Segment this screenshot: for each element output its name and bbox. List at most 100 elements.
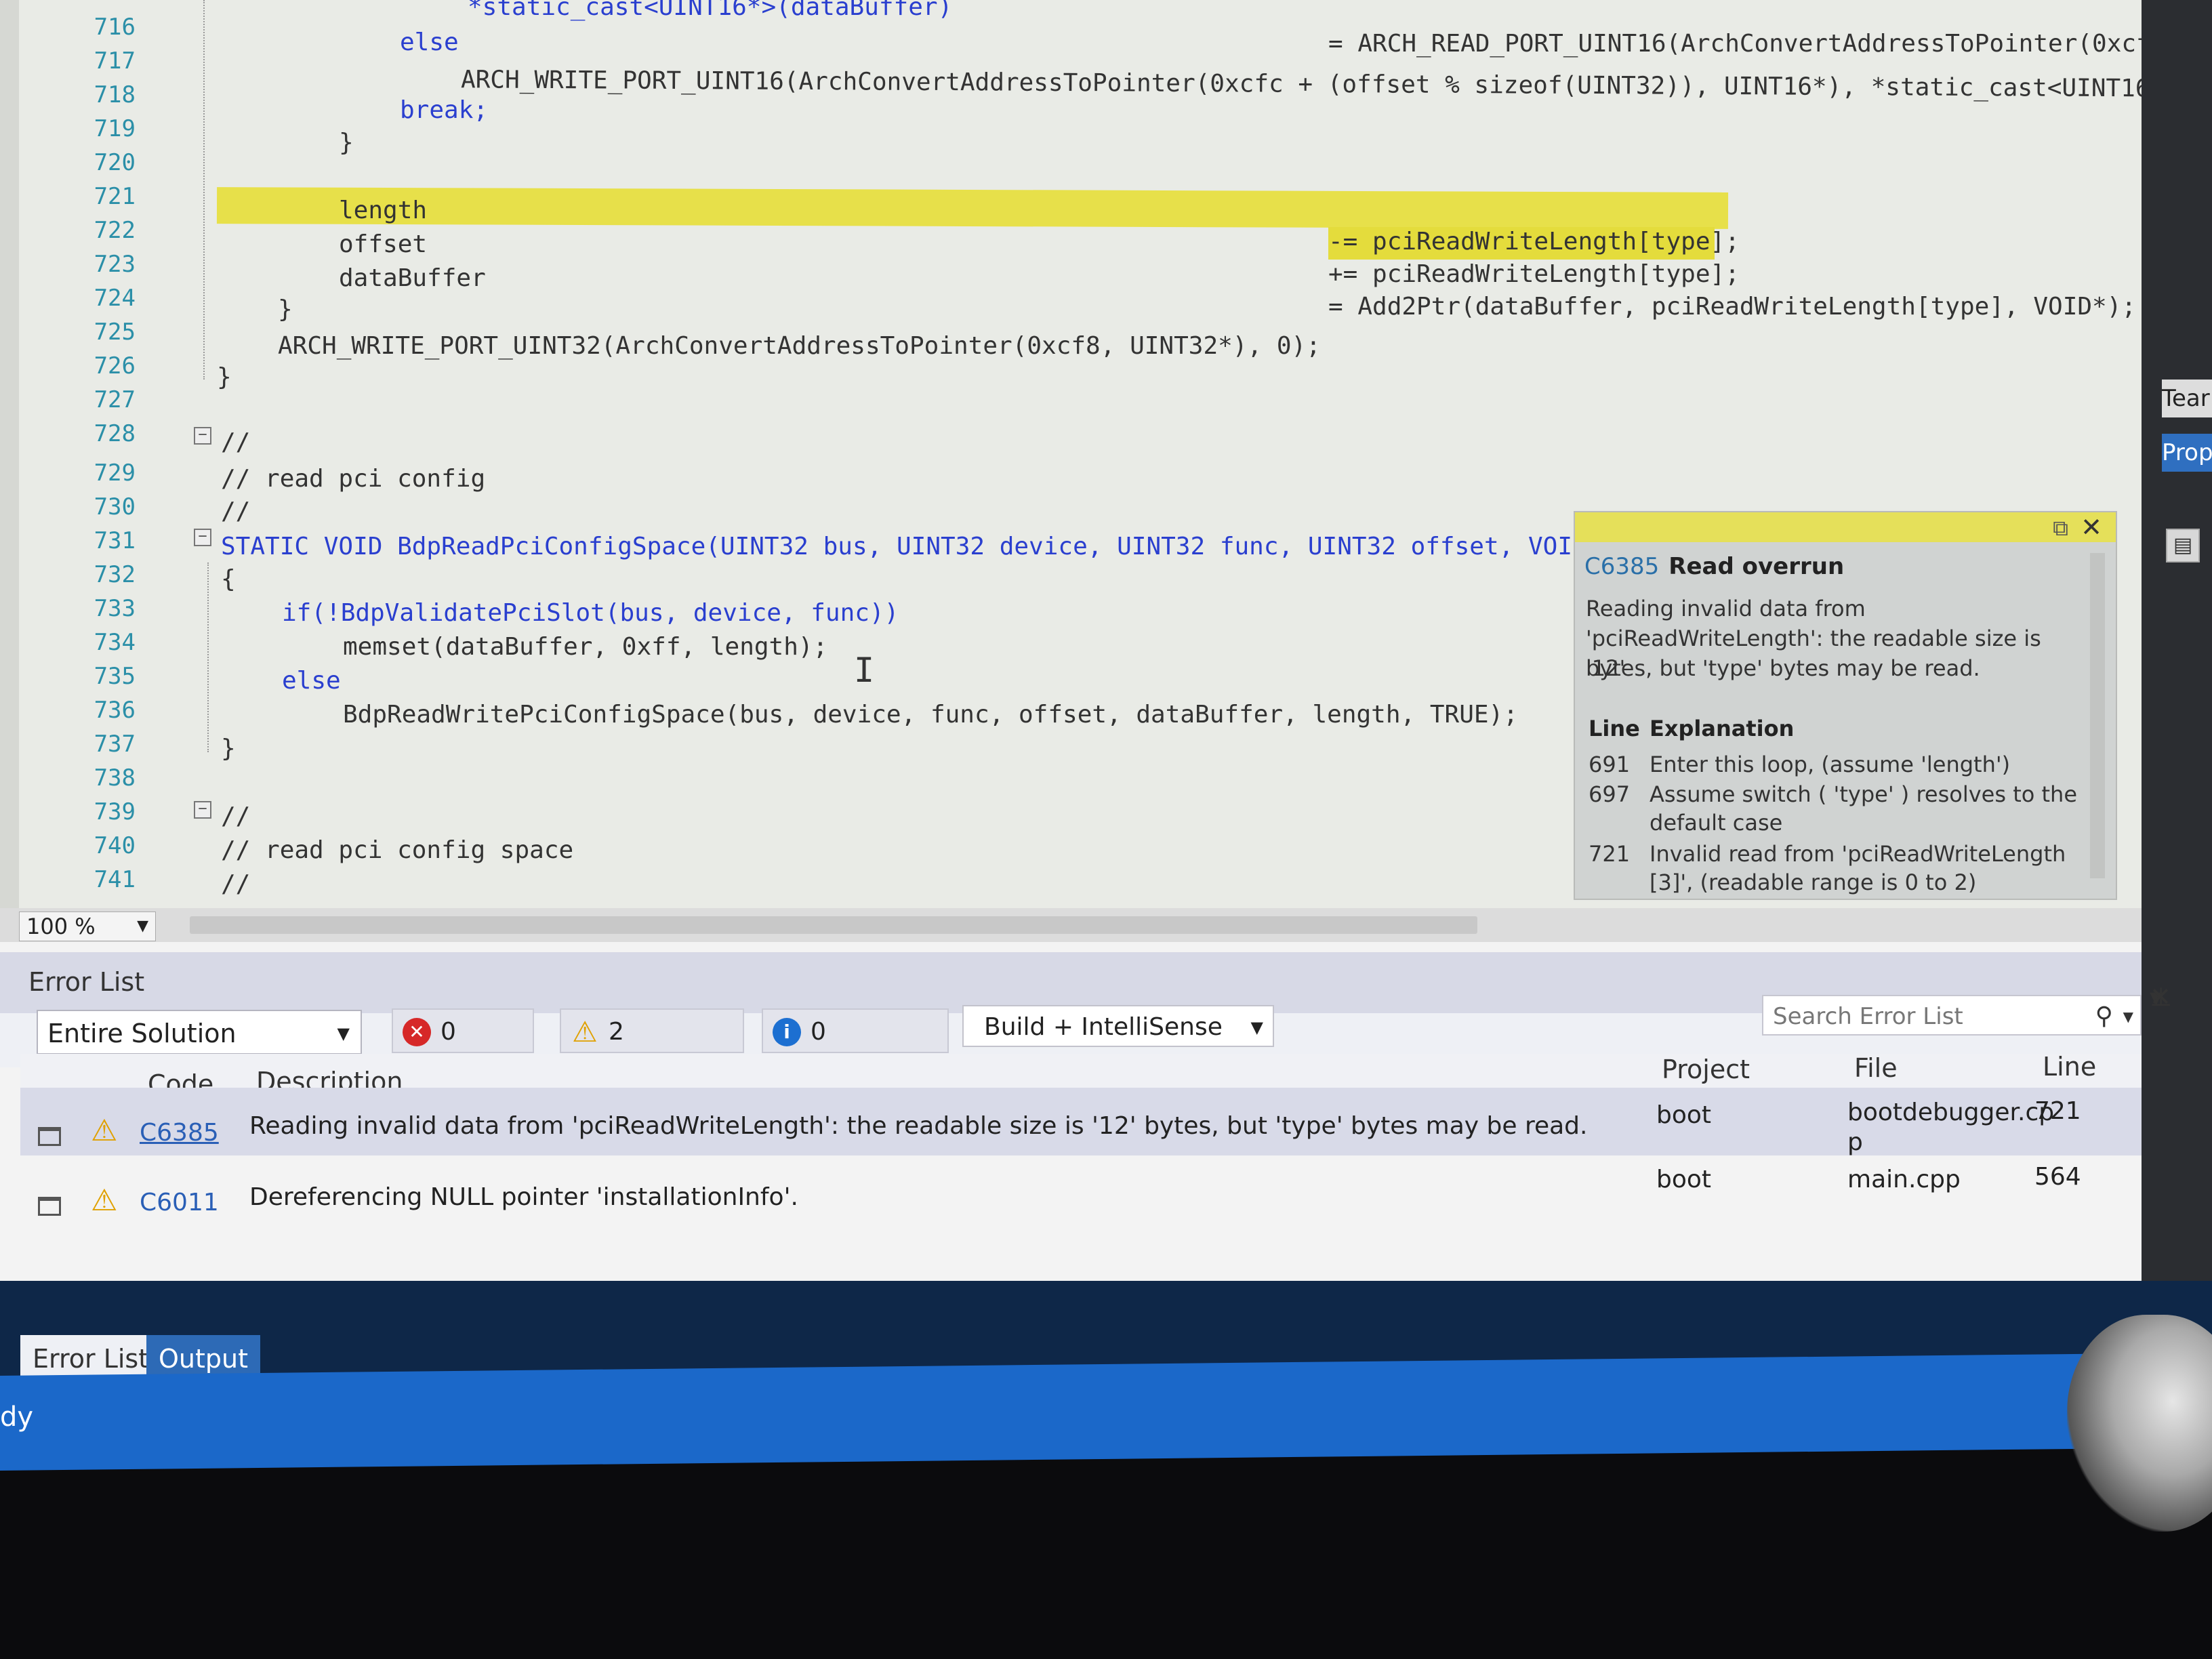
code-line-722-offset[interactable]: offset [339, 230, 427, 258]
code-line-728[interactable]: // [221, 428, 250, 456]
tooltip-title-text: Read overrun [1668, 553, 1845, 580]
code-line-726[interactable]: } [217, 363, 232, 391]
line-number: 732 [94, 561, 136, 588]
line-number: 722 [94, 217, 136, 244]
tooltip-message-line: bytes, but 'type' bytes may be read. [1586, 655, 1980, 681]
error-list-title: Error List [28, 967, 145, 997]
code-line-730[interactable]: // [221, 497, 250, 525]
tooltip-message-line: Reading invalid data from [1586, 596, 1866, 621]
code-line-739[interactable]: // [221, 802, 250, 830]
fold-toggle[interactable]: − [194, 529, 211, 546]
code-line-724[interactable]: } [278, 295, 293, 323]
column-header-project[interactable]: Project [1662, 1054, 1750, 1084]
code-analysis-tooltip[interactable]: ⧉ ✕ C6385 Read overrun Reading invalid da… [1574, 511, 2117, 900]
line-number: 733 [94, 595, 136, 622]
code-line-725[interactable]: ARCH_WRITE_PORT_UINT32(ArchConvertAddres… [278, 332, 1321, 360]
tooltip-scrollbar[interactable] [2090, 553, 2105, 878]
screen: 716 717 718 719 720 721 722 723 724 725 726 727 728 7… [0, 0, 2212, 1659]
line-number: 719 [94, 115, 136, 142]
pin-icon[interactable]: ⧉ [2053, 515, 2068, 541]
errors-filter-button[interactable]: ✕0 Errors [392, 1008, 534, 1090]
code-line-740[interactable]: // read pci config space [221, 836, 573, 864]
error-description: Reading invalid data from 'pciReadWriteL… [249, 1112, 1588, 1140]
error-line: 721 [2034, 1097, 2081, 1125]
text-cursor-icon: I [854, 651, 875, 690]
bookmark-icon [38, 1197, 61, 1216]
search-icon: ⚲ [2095, 1002, 2113, 1030]
column-header-file[interactable]: File [1854, 1053, 1898, 1083]
code-line-735[interactable]: else [282, 667, 341, 695]
line-number: 736 [94, 697, 136, 724]
line-number: 741 [94, 866, 136, 893]
code-line-723-buffer[interactable]: dataBuffer [339, 264, 486, 292]
close-icon[interactable]: ✕ [2081, 512, 2102, 542]
editor-margin [0, 0, 19, 942]
dock-tab-team[interactable]: Tear [2162, 380, 2212, 417]
tooltip-row[interactable]: 691 Enter this loop, (assume 'length') [1589, 750, 2010, 779]
horizontal-scrollbar[interactable] [190, 916, 1477, 934]
line-number: 725 [94, 319, 136, 346]
properties-icon[interactable]: ▤ [2166, 529, 2200, 562]
line-number: 731 [94, 527, 136, 554]
line-number: 734 [94, 629, 136, 656]
dock-tab-properties[interactable]: Prop [2162, 434, 2212, 472]
code-line-737[interactable]: } [221, 735, 236, 762]
code-line-741[interactable]: // [221, 870, 250, 898]
code-line-716-assign[interactable]: = ARCH_READ_PORT_UINT16(ArchConvertAddre… [1328, 30, 2142, 58]
line-number: 738 [94, 764, 136, 792]
warning-icon: ⚠ [91, 1183, 118, 1218]
close-icon[interactable]: ✕ [2150, 982, 2184, 1012]
messages-filter-button[interactable]: i0 Messages [762, 1008, 949, 1090]
tooltip-title: C6385 Read overrun [1584, 553, 1844, 580]
code-line-733[interactable]: if(!BdpValidatePciSlot(bus, device, func… [282, 599, 899, 627]
fold-toggle[interactable]: − [194, 801, 211, 819]
code-line-736[interactable]: BdpReadWritePciConfigSpace(bus, device, … [343, 701, 1518, 729]
code-line-715[interactable]: *static_cast<UINT16*>(dataBuffer) [468, 0, 952, 21]
warning-icon: ⚠ [572, 1015, 598, 1048]
zoom-dropdown[interactable]: 100 % ▼ [19, 912, 156, 941]
fold-toggle[interactable]: − [194, 427, 211, 445]
code-line-717[interactable]: ARCH_WRITE_PORT_UINT16(ArchConvertAddres… [461, 66, 2142, 102]
tooltip-header-bar: ⧉ ✕ [1575, 512, 2116, 542]
error-file-cont: p [1847, 1128, 1863, 1156]
error-description: Dereferencing NULL pointer 'installation… [249, 1183, 798, 1211]
error-icon: ✕ [403, 1018, 431, 1046]
error-code-link[interactable]: C6385 [140, 1119, 219, 1147]
line-number: 730 [94, 493, 136, 520]
column-header-line[interactable]: Line [2043, 1052, 2096, 1082]
search-error-list-input[interactable]: Search Error List ⚲ ▼ [1762, 995, 2142, 1036]
line-number: 735 [94, 663, 136, 690]
line-number: 729 [94, 459, 136, 487]
line-number: 718 [94, 81, 136, 108]
tooltip-row: default case [1650, 810, 1783, 836]
error-list-row[interactable]: ⚠ C6385 Reading invalid data from 'pciRe… [20, 1088, 2142, 1156]
tooltip-row[interactable]: 721 Invalid read from 'pciReadWriteLength [1589, 839, 2066, 869]
build-filter-dropdown[interactable]: Build + IntelliSense ▼ [962, 1005, 1274, 1047]
tooltip-row: [3]', (readable range is 0 to 2) [1650, 869, 1977, 895]
error-list-row[interactable]: ⚠ C6011 Dereferencing NULL pointer 'inst… [20, 1159, 2142, 1227]
code-line-732[interactable]: { [221, 565, 236, 593]
code-editor[interactable]: 716 717 718 719 720 721 722 723 724 725 726 727 728 7… [0, 0, 2142, 942]
code-line-731[interactable]: STATIC VOID BdpReadPciConfigSpace(UINT32… [221, 533, 1601, 560]
warnings-filter-button[interactable]: ⚠2 Warnings [560, 1008, 744, 1090]
line-number: 737 [94, 731, 136, 758]
code-line-721-length[interactable]: length [339, 197, 427, 224]
tooltip-row[interactable]: 697 Assume switch ( 'type' ) resolves to … [1589, 779, 2077, 809]
error-code-link[interactable]: C6011 [140, 1189, 219, 1216]
indent-guide [207, 562, 209, 752]
cable-object [2067, 1315, 2212, 1532]
code-line-719[interactable]: } [339, 129, 354, 157]
code-line-729[interactable]: // read pci config [221, 465, 485, 493]
code-line-722-expr[interactable]: += pciReadWriteLength[type]; [1328, 260, 1740, 288]
code-line-723-expr[interactable]: = Add2Ptr(dataBuffer, pciReadWriteLength… [1328, 293, 2136, 321]
code-line-721-expr[interactable]: -= pciReadWriteLength[type]; [1328, 228, 1740, 255]
code-line-716-else[interactable]: else [400, 28, 459, 56]
scope-dropdown[interactable]: Entire Solution ▼ [37, 1010, 362, 1054]
warning-icon: ⚠ [91, 1113, 118, 1148]
line-number: 721 [94, 183, 136, 210]
code-line-734[interactable]: memset(dataBuffer, 0xff, length); [343, 633, 827, 661]
line-number: 720 [94, 149, 136, 176]
tooltip-code-link[interactable]: C6385 [1584, 553, 1659, 580]
code-line-718[interactable]: break; [400, 96, 488, 124]
chevron-down-icon: ▼ [337, 1024, 350, 1043]
